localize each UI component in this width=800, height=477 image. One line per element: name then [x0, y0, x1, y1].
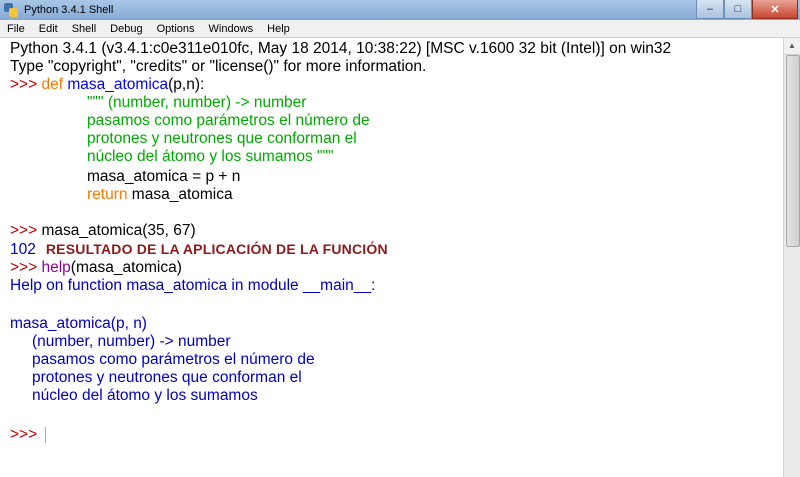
def-keyword: def	[41, 76, 64, 93]
banner-info-line: Type "copyright", "credits" or "license(…	[10, 58, 427, 75]
window-title: Python 3.4.1 Shell	[24, 4, 114, 16]
menu-options[interactable]: Options	[150, 23, 202, 35]
help-output-line: masa_atomica(p, n)	[10, 315, 147, 332]
prompt: >>>	[10, 222, 42, 239]
help-output-line: núcleo del átomo y los sumamos	[32, 387, 258, 404]
banner-line: Python 3.4.1 (v3.4.1:c0e311e010fc, May 1…	[10, 40, 672, 57]
prompt: >>>	[10, 259, 42, 276]
close-button[interactable]: ✕	[752, 0, 798, 19]
help-output-line: protones y neutrones que conforman el	[32, 369, 302, 386]
vertical-scrollbar[interactable]: ▲	[783, 38, 800, 477]
menu-file[interactable]: File	[0, 23, 32, 35]
return-keyword: return	[87, 186, 128, 203]
input-line[interactable]: >>>	[10, 426, 47, 444]
result-annotation: RESULTADO DE LA APLICACIÓN DE LA FUNCIÓN	[45, 241, 388, 257]
return-line: return masa_atomica	[87, 186, 233, 204]
return-value: masa_atomica	[127, 186, 233, 203]
window-controls: – □ ✕	[696, 0, 798, 19]
result-line: 102 RESULTADO DE LA APLICACIÓN DE LA FUNC…	[10, 240, 388, 259]
help-builtin: help	[41, 259, 71, 276]
text-cursor	[45, 426, 47, 443]
result-value: 102	[10, 241, 36, 258]
def-args: (p,n):	[168, 76, 205, 93]
def-line: >>> def masa_atomica(p,n):	[10, 76, 204, 94]
menu-edit[interactable]: Edit	[32, 23, 65, 35]
scroll-thumb[interactable]	[786, 55, 800, 247]
minimize-button[interactable]: –	[696, 0, 724, 19]
help-output-line: Help on function masa_atomica in module …	[10, 277, 376, 294]
menu-bar: File Edit Shell Debug Options Windows He…	[0, 20, 800, 38]
docstring-line: protones y neutrones que conforman el	[87, 130, 357, 147]
title-bar: Python 3.4.1 Shell – □ ✕	[0, 0, 800, 20]
prompt: >>>	[10, 76, 42, 93]
help-args: (masa_atomica)	[70, 259, 182, 276]
menu-shell[interactable]: Shell	[65, 23, 103, 35]
python-icon	[4, 3, 18, 17]
docstring-line: núcleo del átomo y los sumamos """	[87, 148, 334, 165]
call-expression: masa_atomica(35, 67)	[41, 222, 196, 239]
call-line: >>> masa_atomica(35, 67)	[10, 222, 196, 240]
docstring-line: pasamos como parámetros el número de	[87, 112, 370, 129]
help-output-line: (number, number) -> number	[32, 333, 231, 350]
menu-help[interactable]: Help	[260, 23, 297, 35]
body-line: masa_atomica = p + n	[87, 168, 241, 185]
help-call-line: >>> help(masa_atomica)	[10, 259, 182, 277]
help-output-line: pasamos como parámetros el número de	[32, 351, 315, 368]
docstring-line: """ (number, number) -> number	[87, 94, 307, 111]
menu-debug[interactable]: Debug	[103, 23, 149, 35]
shell-text-area[interactable]: Python 3.4.1 (v3.4.1:c0e311e010fc, May 1…	[0, 38, 784, 477]
prompt: >>>	[10, 426, 42, 443]
function-name: masa_atomica	[67, 76, 169, 93]
maximize-button[interactable]: □	[724, 0, 752, 19]
scroll-up-arrow-icon[interactable]: ▲	[784, 38, 800, 55]
menu-windows[interactable]: Windows	[202, 23, 261, 35]
